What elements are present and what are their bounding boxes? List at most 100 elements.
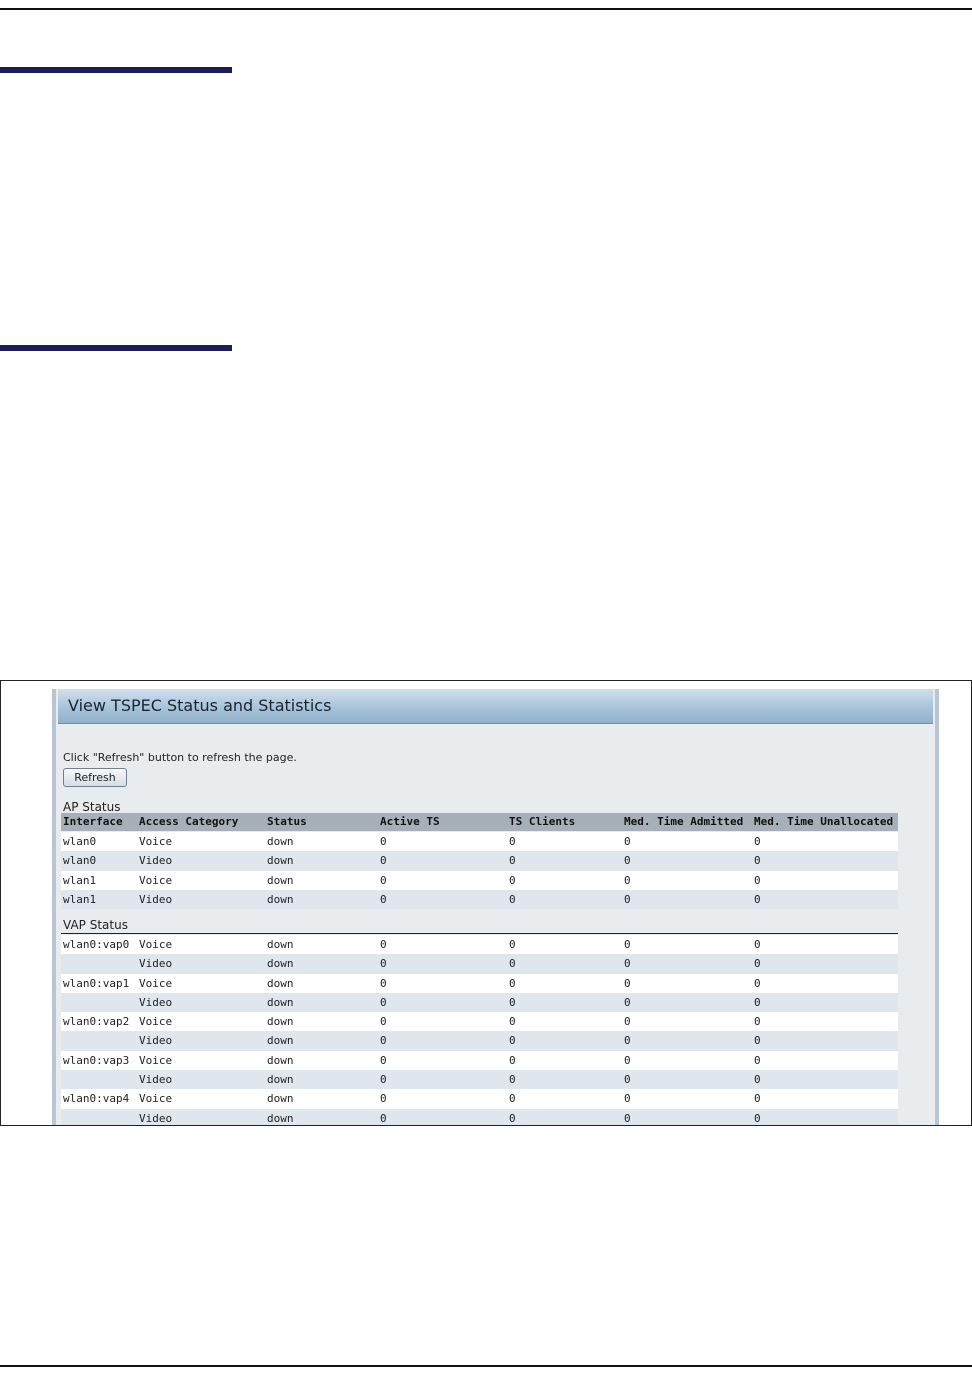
table-cell: down [267, 995, 294, 1009]
vap-status-divider [61, 933, 898, 934]
table-cell: Voice [139, 873, 173, 887]
table-row: wlan0:vap3 Voice down 0 0 0 0 [61, 1050, 898, 1071]
table-cell: wlan0 [63, 835, 97, 848]
table-cell: 0 [624, 1034, 631, 1048]
table-cell: down [267, 835, 294, 848]
ap-status-label: AP Status [63, 800, 121, 814]
section-heading-bar [0, 345, 232, 351]
table-cell: Video [139, 892, 173, 906]
table-cell: 0 [754, 1073, 761, 1087]
vap-status-label: VAP Status [63, 918, 128, 932]
table-cell: 0 [380, 873, 387, 887]
table-cell: 0 [380, 1092, 387, 1106]
table-cell: 0 [624, 938, 631, 951]
table-cell: 0 [624, 892, 631, 906]
column-header: Med. Time Admitted [624, 815, 744, 828]
table-cell: Voice [139, 976, 173, 990]
table-cell: 0 [509, 1111, 516, 1125]
table-cell: Video [139, 995, 173, 1009]
table-cell: 0 [624, 1053, 631, 1067]
table-cell: 0 [509, 957, 516, 971]
table-cell: 0 [380, 1073, 387, 1087]
table-cell: 0 [754, 835, 761, 848]
table-cell: 0 [509, 1015, 516, 1029]
column-header: Active TS [380, 815, 440, 828]
table-cell: 0 [380, 976, 387, 990]
table-cell: 0 [509, 854, 516, 868]
table-cell: wlan1 [63, 892, 97, 906]
table-cell: wlan0:vap4 [63, 1092, 130, 1106]
table-cell: 0 [380, 854, 387, 868]
table-cell: down [267, 873, 294, 887]
table-row: wlan0:vap1 Voice down 0 0 0 0 [61, 973, 898, 993]
ap-status-table: wlan0 Voice down 0 0 0 0 wlan0 Video down 0 0 0 0 wlan… [61, 832, 898, 910]
table-cell: Voice [139, 835, 173, 848]
table-row: wlan0 Video down 0 0 0 0 [61, 851, 898, 871]
column-header: Interface [63, 815, 123, 828]
column-header: TS Clients [509, 815, 576, 828]
table-cell: 0 [754, 1053, 761, 1067]
screenshot-frame: View TSPEC Status and Statistics Click "… [0, 680, 972, 1126]
table-cell: 0 [624, 1073, 631, 1087]
table-cell: 0 [380, 1015, 387, 1029]
table-cell: Video [139, 957, 173, 971]
table-cell: 0 [509, 835, 516, 848]
table-row: Video down 0 0 0 0 [61, 1031, 898, 1051]
table-cell: 0 [624, 1111, 631, 1125]
table-cell: wlan0:vap3 [63, 1053, 130, 1067]
table-cell: Video [139, 1034, 173, 1048]
table-cell: Voice [139, 1092, 173, 1106]
table-cell: wlan1 [63, 873, 97, 887]
table-cell: 0 [509, 1092, 516, 1106]
column-header: Status [267, 815, 307, 828]
table-cell: down [267, 1092, 294, 1106]
table-cell: down [267, 1111, 294, 1125]
table-cell: 0 [624, 1015, 631, 1029]
table-row: wlan0 Voice down 0 0 0 0 [61, 832, 898, 852]
page-footer-rule [0, 1365, 972, 1367]
table-cell: 0 [380, 892, 387, 906]
table-cell: 0 [624, 995, 631, 1009]
table-cell: down [267, 1053, 294, 1067]
tspec-status-panel: View TSPEC Status and Statistics Click "… [52, 689, 939, 1125]
column-header: Access Category [139, 815, 239, 828]
table-cell: Voice [139, 938, 173, 951]
table-cell: Video [139, 1073, 173, 1087]
table-cell: 0 [509, 938, 516, 951]
table-header-row: Interface Access Category Status Active … [61, 813, 898, 831]
table-row: wlan0:vap4 Voice down 0 0 0 0 [61, 1089, 898, 1109]
table-row: Video down 0 0 0 0 [61, 954, 898, 974]
table-cell: 0 [380, 957, 387, 971]
refresh-instruction: Click "Refresh" button to refresh the pa… [63, 751, 297, 764]
table-cell: 0 [754, 1092, 761, 1106]
table-cell: 0 [380, 1111, 387, 1125]
refresh-button[interactable]: Refresh [63, 768, 127, 787]
table-cell: 0 [754, 854, 761, 868]
table-row: wlan0:vap2 Voice down 0 0 0 0 [61, 1012, 898, 1032]
table-cell: down [267, 1073, 294, 1087]
table-cell: 0 [754, 1034, 761, 1048]
table-cell: down [267, 976, 294, 990]
table-cell: wlan0:vap2 [63, 1015, 130, 1029]
table-cell: wlan0 [63, 854, 97, 868]
table-cell: Video [139, 1111, 173, 1125]
table-cell: 0 [509, 1073, 516, 1087]
table-row: wlan1 Voice down 0 0 0 0 [61, 870, 898, 890]
table-cell: 0 [624, 835, 631, 848]
table-cell: 0 [754, 976, 761, 990]
table-row: Video down 0 0 0 0 [61, 1108, 898, 1125]
table-cell: 0 [624, 854, 631, 868]
table-row: wlan1 Video down 0 0 0 0 [61, 889, 898, 910]
table-cell: 0 [624, 976, 631, 990]
table-row: Video down 0 0 0 0 [61, 1070, 898, 1090]
table-cell: 0 [754, 938, 761, 951]
table-cell: 0 [624, 957, 631, 971]
column-header: Med. Time Unallocated [754, 815, 894, 828]
table-cell: down [267, 854, 294, 868]
table-cell: 0 [509, 892, 516, 906]
table-cell: Video [139, 854, 173, 868]
table-cell: down [267, 1015, 294, 1029]
table-cell: wlan0:vap0 [63, 938, 130, 951]
page-header-rule [0, 8, 972, 10]
table-cell: 0 [754, 957, 761, 971]
